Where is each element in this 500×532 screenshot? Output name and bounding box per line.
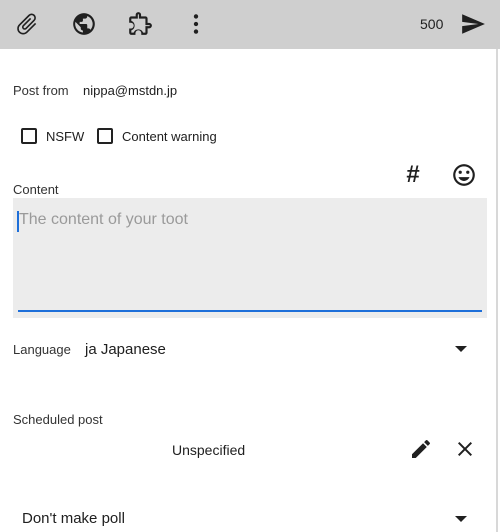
scheduled-post-label: Scheduled post [13,412,103,427]
poll-select-value[interactable]: Don't make poll [22,510,125,527]
language-dropdown-arrow-icon[interactable] [455,346,467,352]
top-toolbar: 500 [0,0,500,49]
content-warning-checkbox-label: Content warning [122,128,217,144]
puzzle-icon[interactable] [125,9,155,39]
nsfw-checkbox-label: NSFW [46,128,85,144]
attachment-icon[interactable] [12,9,42,39]
post-from-label: Post from [13,83,69,98]
emoji-icon[interactable] [451,162,479,190]
language-select-value[interactable]: ja Japanese [85,341,166,358]
hashtag-button[interactable]: # [399,161,427,189]
nsfw-checkbox-box[interactable] [21,128,37,144]
scrollbar[interactable] [496,49,498,532]
poll-dropdown-arrow-icon[interactable] [455,516,467,522]
nsfw-checkbox[interactable]: NSFW [21,128,84,144]
textarea-underline [18,310,482,312]
globe-icon[interactable] [69,9,99,39]
send-icon[interactable] [458,9,488,39]
language-label: Language [13,342,71,357]
character-counter: 500 [420,16,444,32]
content-textarea[interactable]: The content of your toot [13,198,487,318]
close-icon[interactable] [453,437,479,463]
more-vert-icon[interactable] [181,9,211,39]
content-label: Content [13,182,59,197]
content-placeholder: The content of your toot [19,211,188,228]
post-from-account[interactable]: nippa@mstdn.jp [83,83,177,98]
edit-icon[interactable] [409,437,435,463]
scheduled-post-value: Unspecified [172,442,246,458]
content-warning-checkbox-box[interactable] [97,128,113,144]
content-warning-checkbox[interactable]: Content warning [97,128,217,144]
